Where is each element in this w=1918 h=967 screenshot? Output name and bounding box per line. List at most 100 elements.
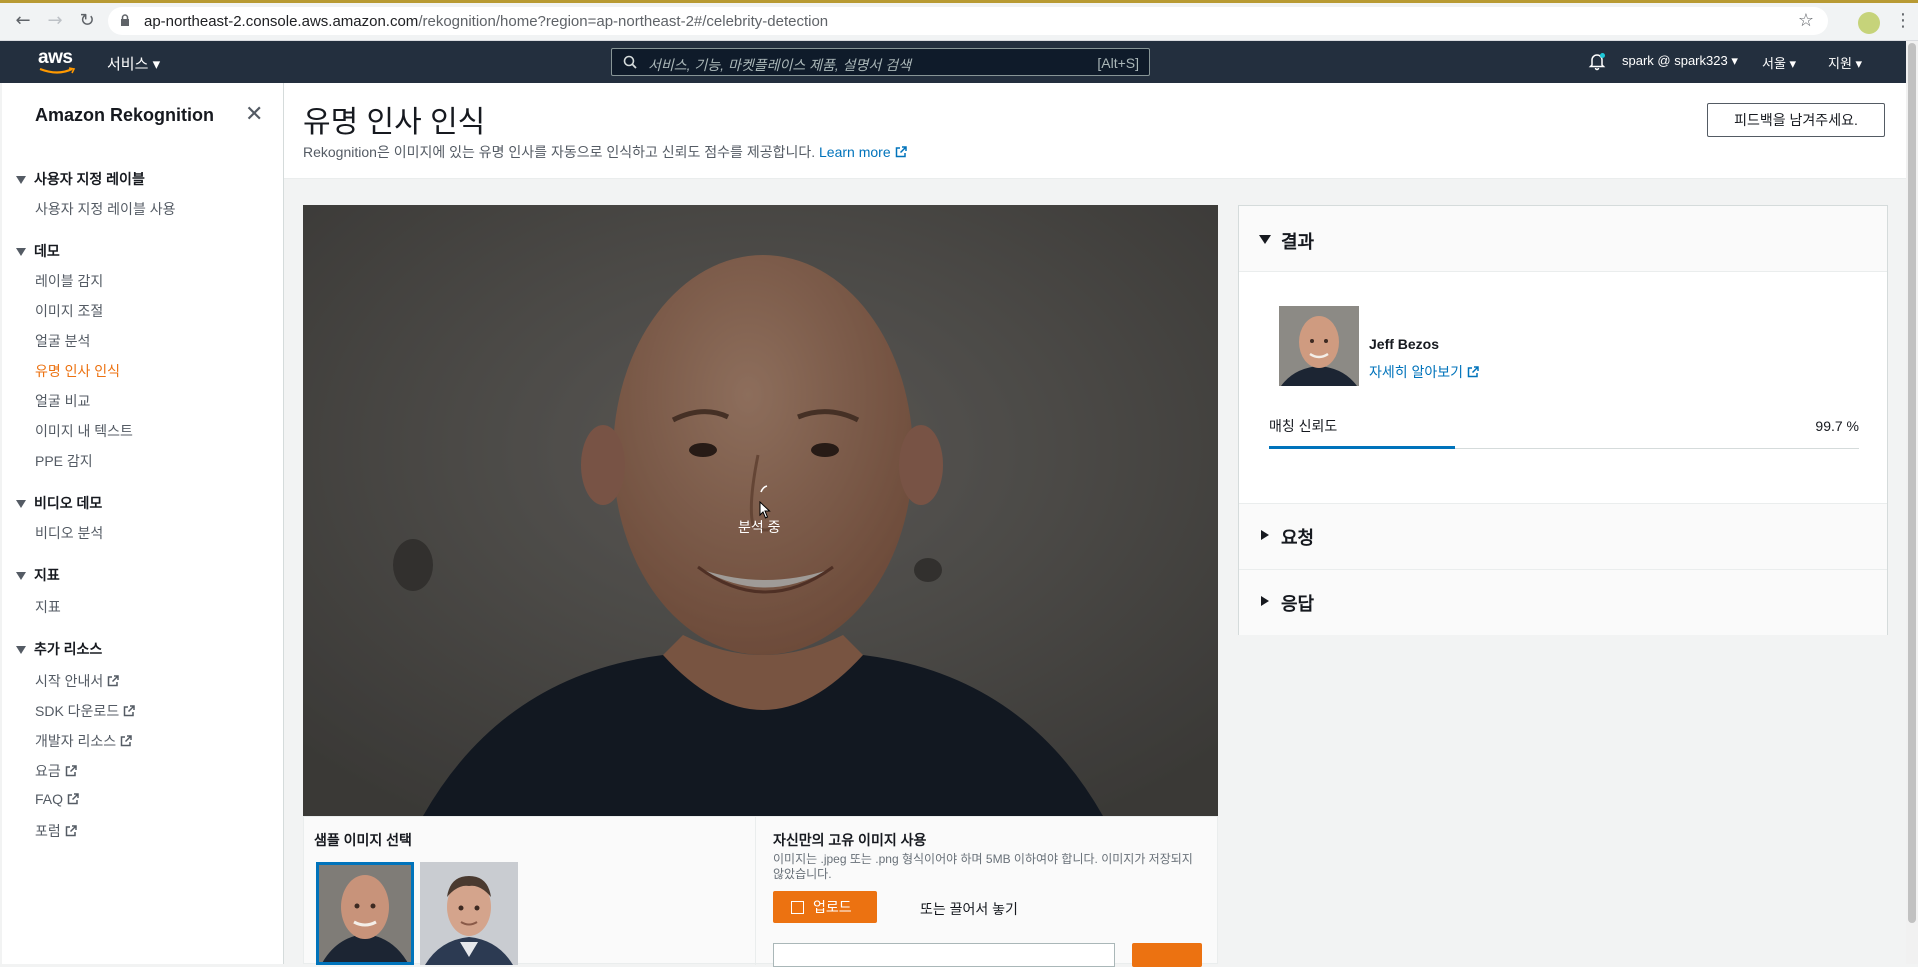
upload-button[interactable]: 업로드 [773,891,877,923]
main-content: 유명 인사 인식 Rekognition은 이미지에 있는 유명 인사를 자동으… [284,83,1906,967]
sidebar-section-custom-labels[interactable]: 사용자 지정 레이블 [16,169,145,189]
caret-down-icon [16,500,26,509]
sidebar: Amazon Rekognition ✕ 사용자 지정 레이블 사용자 지정 레… [2,83,284,964]
page-scrollbar[interactable] [1906,41,1918,964]
search-input[interactable]: 서비스, 기능, 마켓플레이스 제품, 설명서 검색 [Alt+S] [611,48,1150,76]
page-title: 유명 인사 인식 [303,106,486,139]
profile-avatar[interactable] [1858,12,1880,34]
caret-down-icon: ▾ [1855,56,1863,71]
link-label: SDK 다운로드 [35,703,120,719]
browser-menu-icon[interactable]: ⋮ [1894,10,1912,31]
sidebar-item-faq[interactable]: FAQ [35,791,79,807]
celebrity-learn-more-link[interactable]: 자세히 알아보기 [1369,362,1479,382]
sample-image-1 [316,862,414,965]
aws-smile-icon [39,67,76,74]
sample-image-thumbnail-1[interactable] [316,862,414,965]
sidebar-item-ppe-detection[interactable]: PPE 감지 [35,451,93,471]
address-bar[interactable]: ap-northeast-2.console.aws.amazon.com/re… [108,7,1828,35]
sidebar-section-video-demo[interactable]: 비디오 데모 [16,493,102,513]
notification-bell-icon[interactable] [1587,51,1607,71]
support-menu[interactable]: 지원 ▾ [1828,53,1862,72]
reload-icon[interactable]: ↻ [76,10,98,32]
section-label: 데모 [34,243,60,259]
caret-down-icon: ▾ [1789,56,1797,71]
account-menu[interactable]: spark @ spark323 ▾ [1622,53,1738,69]
own-image-title: 자신만의 고유 이미지 사용 [773,832,927,848]
caret-down-icon: ▾ [1731,53,1738,68]
caret-down-icon [16,572,26,581]
feedback-button[interactable]: 피드백을 남겨주세요. [1707,103,1885,137]
sidebar-item-developer-resources[interactable]: 개발자 리소스 [35,731,132,751]
sidebar-section-demo[interactable]: 데모 [16,241,60,261]
sidebar-item-pricing[interactable]: 요금 [35,761,77,781]
url-host: ap-northeast-2.console.aws.amazon.com [144,13,419,30]
description-text: Rekognition은 이미지에 있는 유명 인사를 자동으로 인식하고 신뢰… [303,144,816,160]
region-menu[interactable]: 서울 ▾ [1762,53,1796,72]
services-menu[interactable]: 서비스 ▾ [107,53,160,74]
search-shortcut: [Alt+S] [1097,55,1139,71]
section-label: 지표 [34,567,60,583]
upload-label: 업로드 [813,899,852,915]
learn-more-label: Learn more [819,144,891,160]
image-url-input[interactable] [773,943,1115,967]
celebrity-face-image [1279,306,1359,386]
caret-down-icon: ▾ [152,56,161,73]
url-path: /rekognition/home?region=ap-northeast-2#… [418,13,829,30]
link-label: 개발자 리소스 [35,733,117,749]
sidebar-item-label-detection[interactable]: 레이블 감지 [35,271,103,291]
link-label: 요금 [35,763,61,779]
forward-icon[interactable]: → [44,10,66,32]
response-section[interactable]: 응답 [1239,569,1887,635]
response-title: 응답 [1281,594,1315,614]
confidence-label: 매칭 신뢰도 [1269,418,1338,434]
confidence-bar-fill [1269,446,1455,449]
sidebar-item-image-moderation[interactable]: 이미지 조절 [35,301,103,321]
lock-icon [121,14,129,26]
aws-logo[interactable]: aws [38,47,78,75]
section-label: 사용자 지정 레이블 [34,171,145,187]
back-icon[interactable]: ← [12,10,34,32]
sidebar-item-getting-started[interactable]: 시작 안내서 [35,671,120,691]
caret-right-icon [1261,530,1269,540]
caret-down-icon [16,248,26,257]
caret-down-icon [16,646,26,655]
sidebar-item-face-comparison[interactable]: 얼굴 비교 [35,391,90,411]
bookmark-star-icon[interactable]: ☆ [1798,10,1814,31]
sample-image-thumbnail-2[interactable] [420,862,518,965]
sidebar-item-sdk-download[interactable]: SDK 다운로드 [35,701,135,721]
close-icon[interactable]: ✕ [245,102,263,127]
region-label: 서울 [1762,56,1786,71]
learn-more-link[interactable]: Learn more [819,144,907,160]
scrollbar-thumb[interactable] [1908,43,1916,923]
results-header[interactable]: 결과 [1239,206,1887,272]
sidebar-item-facial-analysis[interactable]: 얼굴 분석 [35,331,90,351]
external-link-icon [65,765,77,777]
sidebar-section-additional-resources[interactable]: 추가 리소스 [16,639,102,659]
caret-right-icon [1261,596,1269,606]
sidebar-item-use-custom-labels[interactable]: 사용자 지정 레이블 사용 [35,199,175,219]
external-link-icon [108,675,120,687]
sidebar-item-text-in-image[interactable]: 이미지 내 텍스트 [35,421,133,441]
link-label: 포럼 [35,823,61,839]
own-image-description: 이미지는 .jpeg 또는 .png 형식이어야 하며 5MB 이하여야 합니다… [773,852,1193,881]
celebrity-name: Jeff Bezos [1369,336,1440,352]
sidebar-item-video-analysis[interactable]: 비디오 분석 [35,523,103,543]
sidebar-item-forum[interactable]: 포럼 [35,821,77,841]
request-section[interactable]: 요청 [1239,503,1887,569]
apply-url-button[interactable] [1132,943,1202,967]
link-label: FAQ [35,791,64,807]
request-title: 요청 [1281,528,1315,548]
panel-divider [755,817,756,965]
upload-icon [791,901,804,914]
learn-more-label: 자세히 알아보기 [1369,364,1464,380]
sidebar-item-metrics[interactable]: 지표 [35,597,61,617]
sidebar-item-celebrity-recognition[interactable]: 유명 인사 인식 [35,361,120,381]
caret-down-icon [16,176,26,185]
page-description: Rekognition은 이미지에 있는 유명 인사를 자동으로 인식하고 신뢰… [303,142,907,162]
search-icon [623,55,637,69]
sample-images-title: 샘플 이미지 선택 [314,832,412,848]
section-label: 비디오 데모 [34,495,103,511]
page-header: 유명 인사 인식 Rekognition은 이미지에 있는 유명 인사를 자동으… [284,83,1906,179]
section-label: 추가 리소스 [34,641,103,657]
sidebar-section-metrics[interactable]: 지표 [16,565,60,585]
